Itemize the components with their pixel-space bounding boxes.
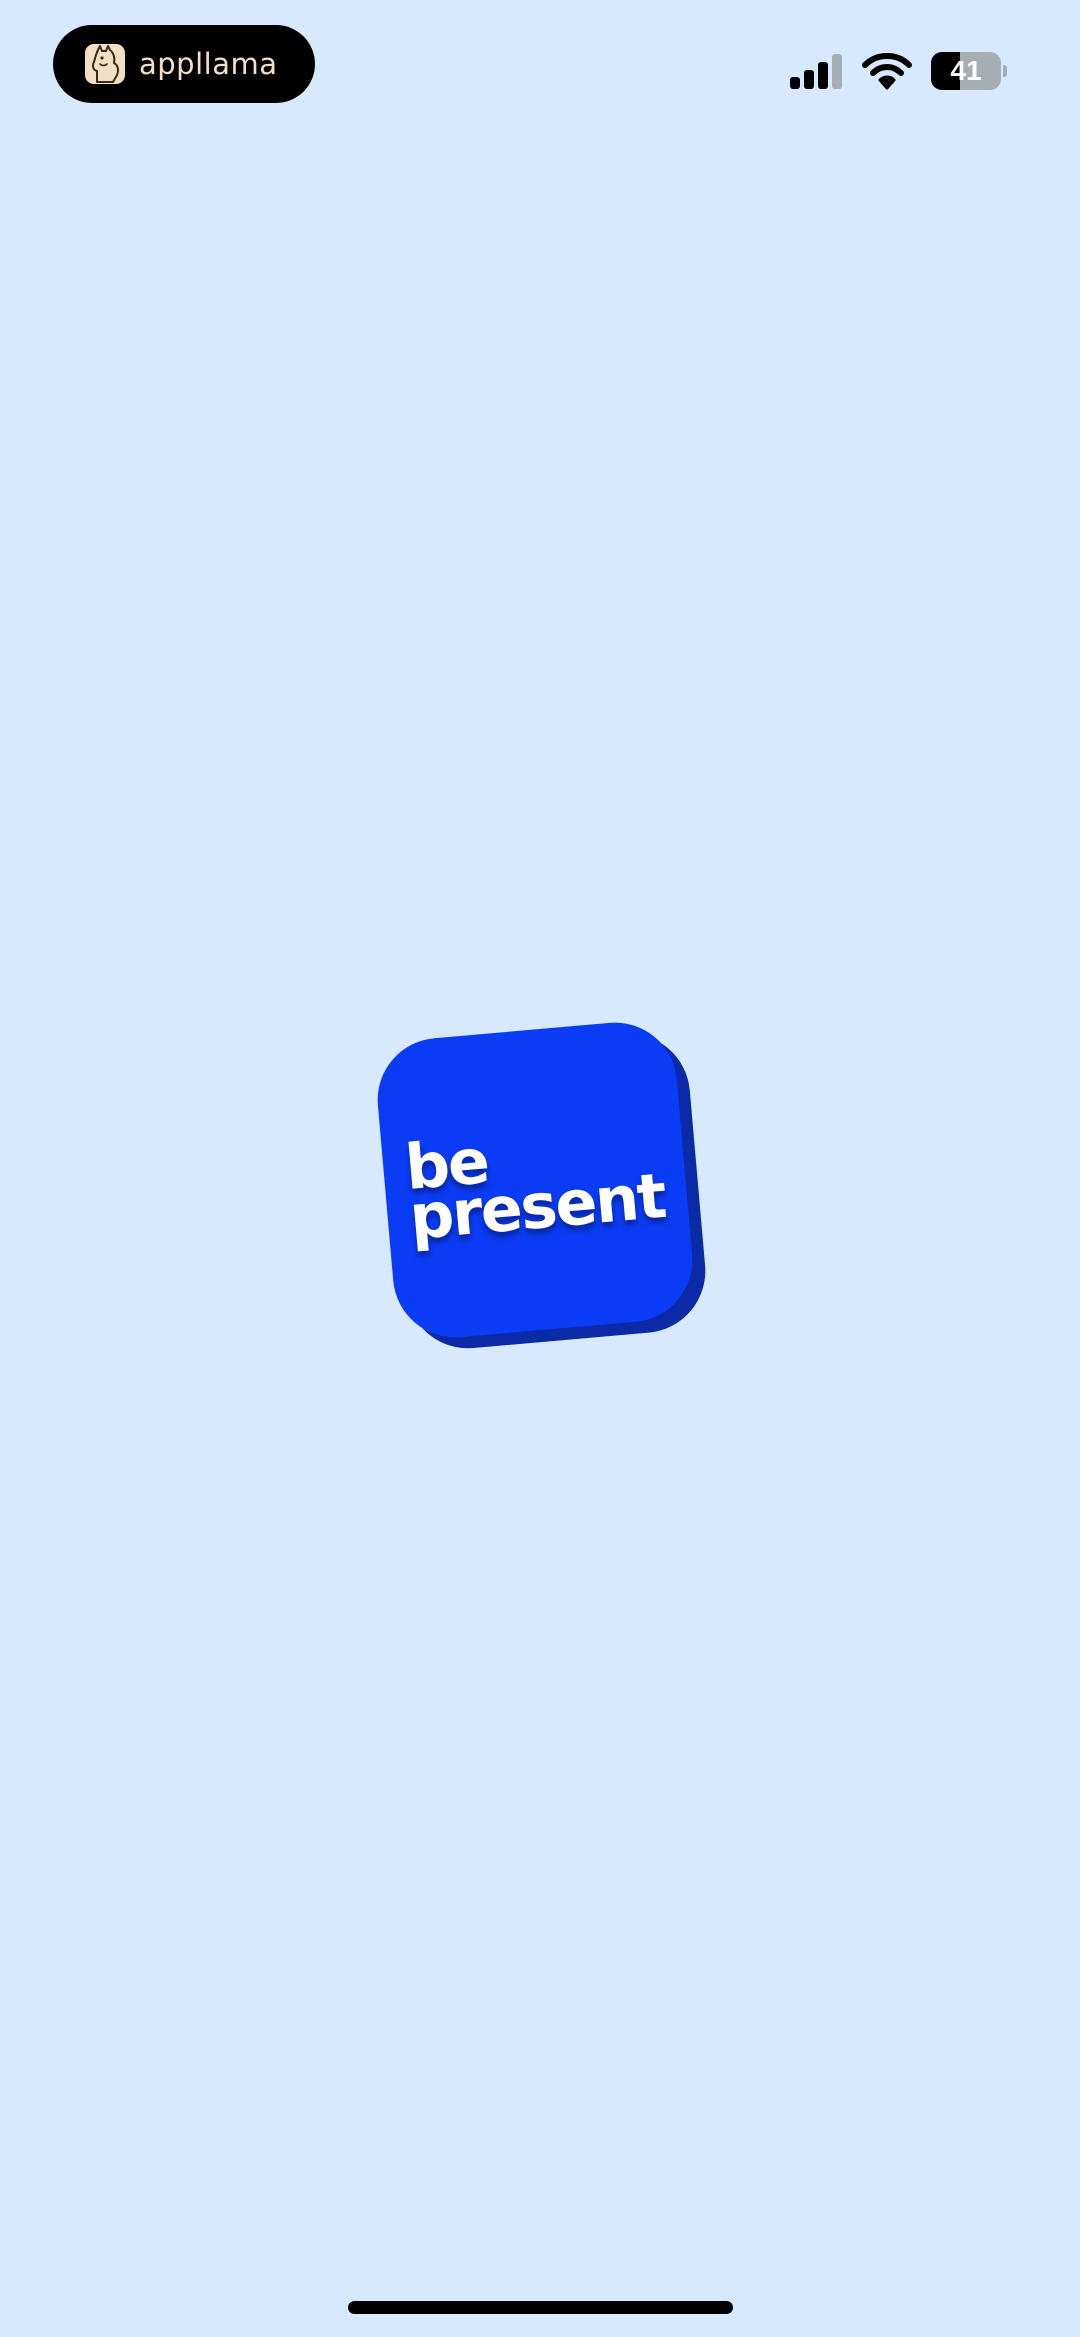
signal-bar: [818, 62, 828, 89]
signal-bar: [790, 77, 800, 89]
signal-bar: [804, 70, 814, 89]
home-indicator[interactable]: [348, 2301, 733, 2314]
wifi-icon: [862, 52, 912, 90]
battery-cap: [1003, 65, 1007, 77]
be-present-logo: be present: [372, 1017, 711, 1354]
splash-screen: appllama 41 be present: [0, 0, 1080, 2337]
signal-bar: [832, 54, 842, 89]
battery-icon: 41: [931, 52, 1007, 90]
llama-icon: [85, 44, 125, 84]
status-bar: appllama 41: [0, 0, 1080, 140]
logo-word-present: present: [406, 1158, 668, 1254]
logo-face: be present: [372, 1017, 698, 1343]
island-app-label: appllama: [139, 47, 278, 81]
cellular-signal-icon: [790, 53, 844, 89]
battery-body: 41: [931, 52, 1001, 90]
battery-level: 41: [950, 55, 982, 86]
dynamic-island[interactable]: appllama: [53, 25, 315, 103]
